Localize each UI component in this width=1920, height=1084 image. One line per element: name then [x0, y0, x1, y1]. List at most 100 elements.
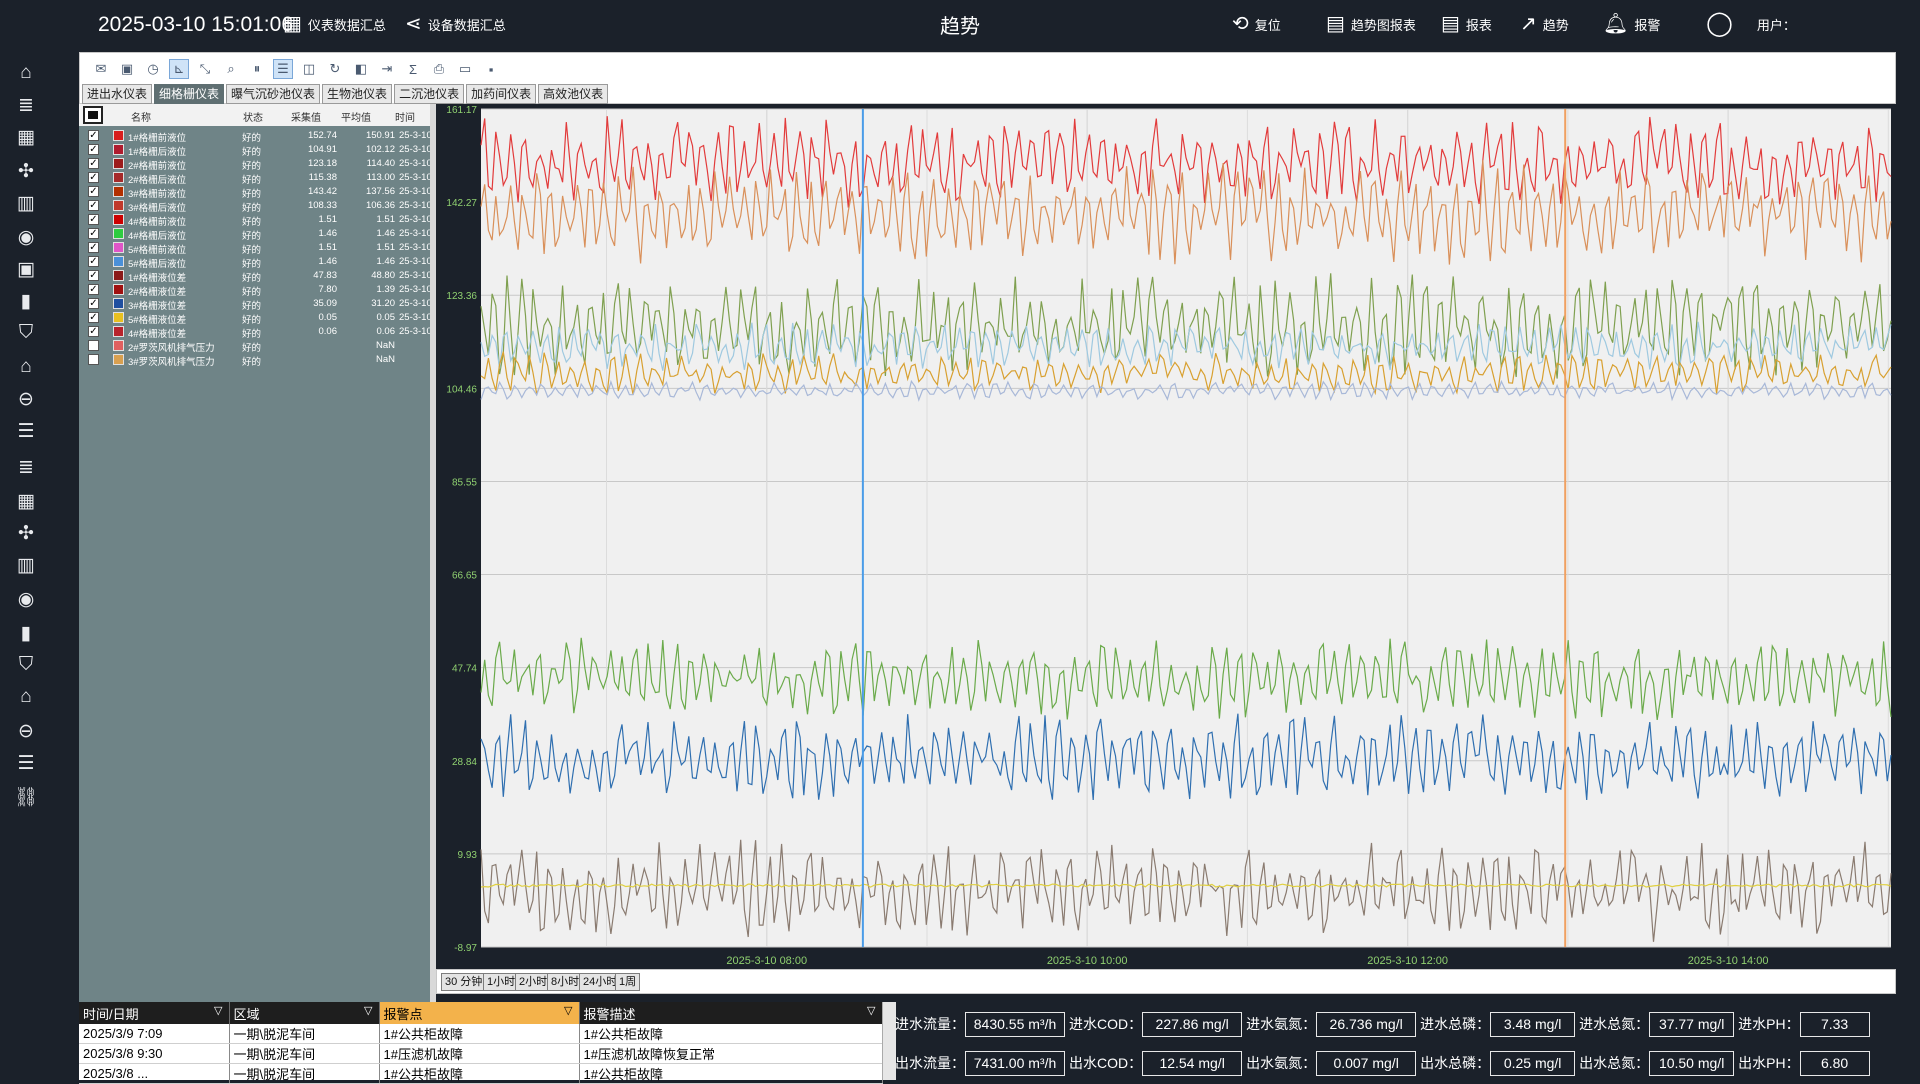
series-checkbox[interactable]: ✓	[88, 144, 99, 155]
pump-icon[interactable]: ◉	[0, 584, 52, 614]
filter-icon[interactable]: ▽	[364, 1004, 372, 1017]
metric-value: 37.77 mg/l	[1649, 1011, 1735, 1037]
panel-icon[interactable]: ◧	[351, 59, 371, 79]
grid-icon[interactable]: ▦	[0, 486, 52, 516]
tab-2[interactable]: 曝气沉砂池仪表	[226, 84, 321, 104]
cursor-icon[interactable]: ⊾	[169, 59, 189, 79]
tab-5[interactable]: 加药间仪表	[466, 84, 537, 104]
user-menu[interactable]: ◯ 用户：	[1706, 12, 1796, 36]
house-icon[interactable]: ⌂	[0, 682, 52, 712]
comment-icon[interactable]: ◫	[299, 59, 319, 79]
alarm-row[interactable]: 2025/3/8 9:30 一期\脱泥车间 1#压滤机故障 1#压滤机故障恢复正常	[79, 1043, 883, 1064]
series-row[interactable]: 3#罗茨风机排气压力 好的 NaN	[79, 351, 430, 368]
series-checkbox[interactable]: ✓	[88, 172, 99, 183]
alarm-scrollbar[interactable]	[882, 1002, 896, 1080]
filter-icon[interactable]: ⛉	[0, 650, 52, 680]
home-icon[interactable]: ⌂	[0, 58, 52, 88]
nav-trend-report[interactable]: ▤ 趋势图报表	[1326, 14, 1416, 34]
series-avg: 1.46	[376, 228, 396, 239]
series-checkbox[interactable]: ✓	[88, 228, 99, 239]
list-icon[interactable]: ☰	[0, 416, 52, 446]
tab-3[interactable]: 生物池仪表	[322, 84, 393, 104]
alarm-col-0[interactable]: 时间/日期 ▽	[79, 1002, 230, 1024]
series-checkbox[interactable]: ✓	[88, 326, 99, 337]
nav-reset-label: 复位	[1254, 17, 1281, 33]
nav-reset[interactable]: ⟲ 复位	[1232, 14, 1281, 34]
series-checkbox[interactable]: ✓	[88, 186, 99, 197]
trend-chart[interactable]: 161.17 142.27 123.36 104.46 85.55 66.65 47.74 2…	[436, 105, 1896, 967]
tab-6[interactable]: 高效池仪表	[538, 84, 609, 104]
molecule-icon[interactable]: ✣	[0, 156, 52, 186]
tab-4[interactable]: 二沉池仪表	[394, 84, 465, 104]
grid-icon[interactable]: ▦	[0, 122, 52, 152]
pause-icon[interactable]: ⏸	[247, 59, 267, 79]
scale-icon[interactable]: ⤡	[195, 59, 215, 79]
link-icon[interactable]: ⊖	[0, 384, 52, 414]
series-checkbox[interactable]: ✓	[88, 312, 99, 323]
filter-icon[interactable]: ▽	[214, 1004, 222, 1017]
range-button-5[interactable]: 1周	[615, 973, 641, 991]
range-button-2[interactable]: 2小时	[515, 973, 552, 991]
series-checkbox[interactable]	[88, 354, 99, 365]
pipes-icon[interactable]: ≣	[0, 90, 52, 120]
building-icon[interactable]: ▥	[0, 188, 52, 218]
alarm-row[interactable]: 2025/3/8 ... 一期\脱泥车间 1#公共柜故障 1#公共柜故障	[79, 1063, 883, 1084]
tab-0[interactable]: 进出水仪表	[82, 84, 153, 104]
sum-icon[interactable]: Σ	[403, 59, 423, 79]
filter-icon[interactable]: ▽	[867, 1004, 875, 1017]
nav-device-summary-label: 设备数据汇总	[427, 17, 506, 33]
series-checkbox[interactable]: ✓	[88, 270, 99, 281]
metric-value: 7.33	[1799, 1011, 1870, 1037]
tab-1[interactable]: 细格栅仪表	[154, 84, 225, 104]
filter-icon[interactable]: ⛉	[0, 318, 52, 348]
series-checkbox[interactable]: ✓	[88, 298, 99, 309]
save-icon[interactable]: ▪	[481, 59, 501, 79]
list-icon[interactable]: ☰	[0, 748, 52, 778]
range-button-3[interactable]: 8小时	[547, 973, 584, 991]
series-checkbox[interactable]	[88, 340, 99, 351]
nav-alarm[interactable]: 🔔︎ 报警	[1603, 14, 1660, 34]
nav-instrument-summary[interactable]: ▦ 仪表数据汇总	[283, 14, 386, 34]
alarm-col-3[interactable]: 报警描述 ▽	[579, 1002, 883, 1024]
clock-icon[interactable]: ◷	[143, 59, 163, 79]
tank-icon[interactable]: ▮	[0, 286, 52, 316]
nav-trend[interactable]: ↗ 趋势	[1520, 14, 1569, 34]
filter-icon[interactable]: ▽	[564, 1004, 572, 1017]
series-checkbox[interactable]: ✓	[88, 256, 99, 267]
series-checkbox[interactable]: ✓	[88, 158, 99, 169]
save-config-icon[interactable]: ▣	[117, 59, 137, 79]
select-all-checkbox[interactable]	[83, 106, 103, 124]
range-button-1[interactable]: 1小时	[483, 973, 520, 991]
reload-icon[interactable]: ↻	[325, 59, 345, 79]
open-folder-icon[interactable]: ▭	[455, 59, 475, 79]
alarm-col-2[interactable]: 报警点 ▽	[379, 1002, 580, 1024]
series-checkbox[interactable]: ✓	[88, 214, 99, 225]
zoom-icon[interactable]: ⌕	[221, 59, 241, 79]
tank-icon[interactable]: ▮	[0, 618, 52, 648]
series-checkbox[interactable]: ✓	[88, 242, 99, 253]
nav-device-summary[interactable]: ⋖ 设备数据汇总	[405, 14, 506, 34]
house-icon[interactable]: ⌂	[0, 352, 52, 382]
alarm-cell: 2025/3/9 7:09	[79, 1024, 230, 1044]
alarm-row[interactable]: 2025/3/9 7:09 一期\脱泥车间 1#公共柜故障 1#公共柜故障	[79, 1024, 883, 1044]
meter-icon[interactable]: ▣	[0, 254, 52, 284]
series-list-panel: 名称 状态 采集值 平均值 时间 ✓ 1#格栅前液位 好的 152.74 150.91 2…	[79, 104, 445, 1004]
molecule-icon[interactable]: ✣	[0, 518, 52, 548]
add-series-icon[interactable]: ⇥	[377, 59, 397, 79]
network-icon[interactable]: ⛓	[0, 782, 52, 812]
export-icon[interactable]: ✉	[91, 59, 111, 79]
building-icon[interactable]: ▥	[0, 550, 52, 580]
link-icon[interactable]: ⊖	[0, 716, 52, 746]
pump-icon[interactable]: ◉	[0, 222, 52, 252]
series-status: 好的	[242, 357, 262, 368]
nav-report[interactable]: ▤ 报表	[1441, 14, 1492, 34]
range-button-0[interactable]: 30 分钟	[441, 973, 487, 991]
series-checkbox[interactable]: ✓	[88, 200, 99, 211]
series-checkbox[interactable]: ✓	[88, 284, 99, 295]
pipes-icon[interactable]: ≣	[0, 452, 52, 482]
series-checkbox[interactable]: ✓	[88, 130, 99, 141]
print-icon[interactable]: ⎙	[429, 59, 449, 79]
col-name: 名称	[131, 113, 151, 124]
alarm-col-1[interactable]: 区域 ▽	[229, 1002, 380, 1024]
table-view-icon[interactable]: ☰	[273, 59, 293, 79]
